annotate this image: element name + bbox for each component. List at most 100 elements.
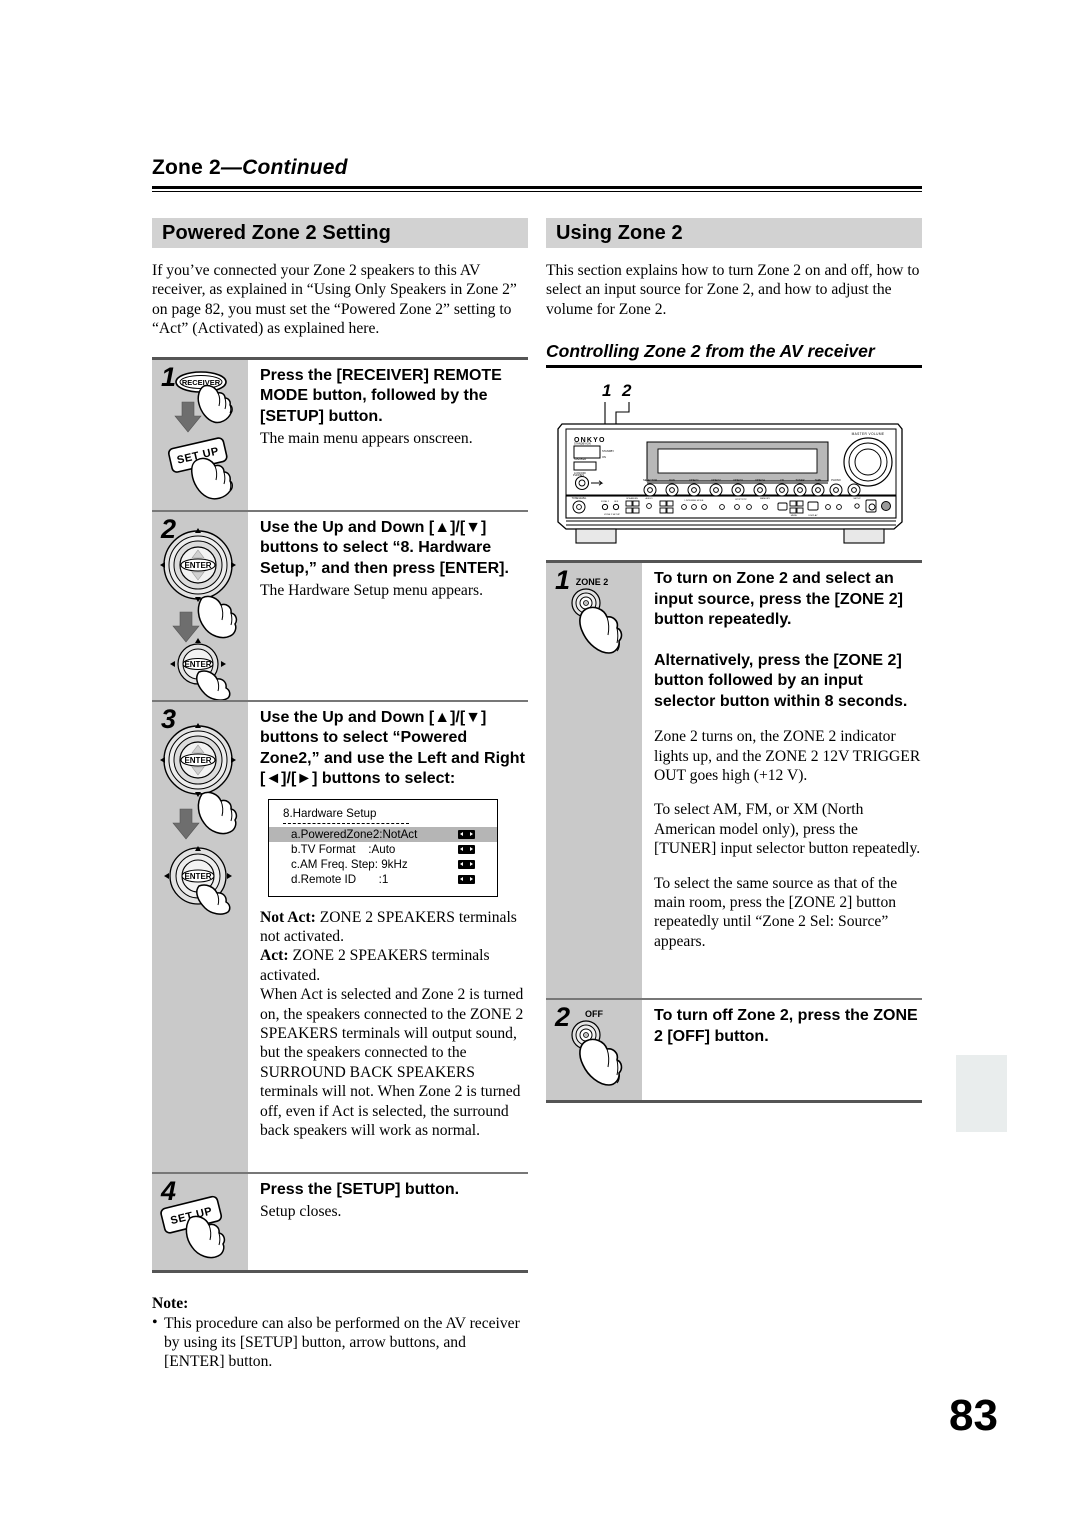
- svg-text:PHONO: PHONO: [831, 478, 841, 482]
- svg-text:ENTER: ENTER: [184, 872, 211, 881]
- same-source-paragraph: To select the same source as that of the…: [654, 874, 898, 950]
- section-heading-powered-zone2: Powered Zone 2 Setting: [152, 218, 528, 248]
- step-number: 2: [555, 1002, 571, 1033]
- svg-text:VIDEO1: VIDEO1: [689, 478, 699, 482]
- callout-2: 2: [621, 381, 632, 400]
- step-3-illustration: 3 ENTER ENTER: [152, 701, 248, 1172]
- left-step-list: 1 RECEIVER SET UP Press the [RECEIVER] R…: [152, 356, 528, 1273]
- subsection-heading-controlling-zone2: Controlling Zone 2 from the AV receiver: [546, 341, 875, 362]
- av-receiver-figure: 1 2 ONKYO STANDBY/ON STANDBY ON SPEAKER …: [546, 380, 922, 550]
- note-heading: Note:: [152, 1294, 189, 1312]
- step-title: Press the [RECEIVER] REMOTE MODE button,…: [260, 366, 502, 425]
- left-right-arrows-icon: [458, 874, 475, 884]
- thumb-index-tab: [956, 1055, 1007, 1132]
- osd-row-powered-zone2[interactable]: a.PoweredZone2:NotAct: [269, 826, 497, 842]
- svg-text:ON: ON: [602, 455, 606, 459]
- step-subtext: The Hardware Setup menu appears.: [260, 582, 483, 600]
- subsection-rule: [546, 365, 922, 369]
- running-head-title: Zone 2: [152, 156, 221, 179]
- step-1-content: Press the [RECEIVER] REMOTE MODE button,…: [248, 360, 528, 510]
- running-head-continued: —Continued: [220, 156, 348, 179]
- osd-row-am-freq-step[interactable]: c.AM Freq. Step: 9kHz: [269, 857, 497, 872]
- note-bullet: •: [152, 1313, 158, 1331]
- step-number: 1: [555, 565, 571, 596]
- step-subtext: Setup closes.: [260, 1203, 342, 1221]
- svg-text:SETUP: SETUP: [853, 498, 861, 500]
- step-number: 4: [161, 1175, 177, 1206]
- step-row: 2 ENTER ENTER Use the Up and Down [▲]/[▼…: [152, 511, 528, 702]
- step-title: Use the Up and Down [▲]/[▼] buttons to s…: [260, 518, 509, 577]
- step-row: 4 SET UP Press the [SETUP] button. Setup…: [152, 1173, 528, 1273]
- callout-1: 1: [602, 381, 611, 400]
- svg-text:VIDEO4: VIDEO4: [755, 478, 765, 482]
- zone2-button-label: ZONE 2: [576, 577, 609, 587]
- svg-text:VIDEO2: VIDEO2: [711, 478, 721, 482]
- svg-text:SPEAKER: SPEAKER: [574, 457, 586, 461]
- svg-text:AUDIO: AUDIO: [646, 497, 653, 500]
- svg-text:ENTER: ENTER: [184, 756, 211, 765]
- svg-text:CD: CD: [780, 478, 784, 482]
- osd-divider: [283, 822, 409, 824]
- osd-row-tv-format[interactable]: b.TV Format :Auto: [269, 842, 497, 857]
- act-text: ZONE 2 SPEAKERS terminals activated.: [260, 947, 490, 984]
- act-explanation-paragraph: When Act is selected and Zone 2 is turne…: [260, 986, 524, 1140]
- right-step-2-illustration: 2 OFF: [546, 1000, 642, 1101]
- page-number: 83: [949, 1391, 998, 1440]
- svg-text:MASTER VOLUME: MASTER VOLUME: [852, 432, 885, 436]
- osd-row-label: a.PoweredZone2:NotAct: [291, 827, 418, 841]
- enter-dpad-icon: ENTER ENTER: [160, 722, 238, 915]
- svg-text:STANDBY: STANDBY: [602, 449, 614, 453]
- off-button-label: OFF: [585, 1009, 603, 1019]
- left-right-arrows-icon: [458, 859, 475, 869]
- step-row: 3 ENTER ENTER Use the Up and Down [▲]/[▼…: [152, 701, 528, 1174]
- step-title: To turn on Zone 2 and select an input so…: [654, 570, 903, 629]
- step-3-content: Use the Up and Down [▲]/[▼] buttons to s…: [248, 702, 528, 1172]
- step-title: Use the Up and Down [▲]/[▼] buttons to s…: [260, 708, 525, 788]
- step-subtext: The main menu appears onscreen.: [260, 430, 473, 448]
- step-row: 2 OFF To turn off Zone 2, press the ZONE…: [546, 1000, 922, 1104]
- act-lead: Act:: [260, 947, 289, 965]
- left-intro-paragraph: If you’ve connected your Zone 2 speakers…: [152, 262, 517, 338]
- svg-text:SELECTOR: SELECTOR: [643, 478, 657, 482]
- right-step-2-content: To turn off Zone 2, press the ZONE 2 [OF…: [642, 1000, 922, 1100]
- svg-text:SPEAKERS: SPEAKERS: [626, 497, 638, 500]
- section-heading-using-zone2: Using Zone 2: [546, 218, 922, 248]
- svg-text:TUNER: TUNER: [796, 478, 805, 482]
- step-title-alt: Alternatively, press the [ZONE 2] button…: [654, 651, 908, 710]
- step-row: 1 ZONE 2 To turn on Zone 2 and select an…: [546, 563, 922, 1001]
- tuner-select-paragraph: To select AM, FM, or XM (North American …: [654, 801, 921, 858]
- osd-title: 8.Hardware Setup: [283, 806, 377, 820]
- osd-row-label: d.Remote ID :1: [291, 872, 389, 886]
- header-rule-thin: [152, 191, 922, 192]
- svg-text:VIDEO3: VIDEO3: [733, 478, 743, 482]
- svg-text:ZONE 2 SETUP: ZONE 2 SETUP: [604, 514, 620, 516]
- svg-text:DVD: DVD: [669, 478, 675, 482]
- svg-text:RECEIVER: RECEIVER: [182, 378, 221, 387]
- right-step-1-content: To turn on Zone 2 and select an input so…: [642, 563, 922, 998]
- step-title: Press the [SETUP] button.: [260, 1180, 460, 1198]
- osd-row-remote-id[interactable]: d.Remote ID :1: [269, 872, 497, 887]
- left-right-arrows-icon: [458, 844, 475, 854]
- step-row: 1 RECEIVER SET UP Press the [RECEIVER] R…: [152, 359, 528, 512]
- step-number: 3: [161, 703, 177, 734]
- step-2-content: Use the Up and Down [▲]/[▼] buttons to s…: [248, 512, 528, 700]
- right-intro-paragraph: This section explains how to turn Zone 2…: [546, 262, 920, 318]
- svg-text:OFF: OFF: [614, 501, 619, 503]
- svg-text:MENU: MENU: [791, 515, 798, 517]
- not-act-paragraph: Not Act: ZONE 2 SPEAKERS terminals not a…: [260, 908, 528, 947]
- osd-row-label: b.TV Format :Auto: [291, 842, 396, 856]
- step-4-illustration: 4 SET UP: [152, 1173, 248, 1270]
- step-2-illustration: 2 ENTER ENTER: [152, 511, 248, 701]
- svg-text:RT/PTY/TP: RT/PTY/TP: [735, 499, 747, 501]
- manual-page: Zone 2—Continued Powered Zone 2 Setting …: [0, 0, 1080, 1528]
- av-receiver-front-panel-icon: 1 2 ONKYO STANDBY/ON STANDBY ON SPEAKER …: [557, 381, 903, 544]
- note-list-item: • This procedure can also be performed o…: [152, 1314, 528, 1372]
- svg-text:TONE/LEVEL: TONE/LEVEL: [572, 497, 587, 500]
- step-number: 1: [161, 361, 177, 392]
- note-text: This procedure can also be performed on …: [164, 1314, 520, 1371]
- zone2-on-paragraph: Zone 2 turns on, the ZONE 2 indicator li…: [654, 728, 921, 785]
- right-step-1-illustration: 1 ZONE 2: [546, 563, 642, 999]
- step-title: To turn off Zone 2, press the ZONE 2 [OF…: [654, 1007, 918, 1045]
- right-step-list: 1 ZONE 2 To turn on Zone 2 and select an…: [546, 560, 922, 1104]
- step-4-content: Press the [SETUP] button. Setup closes.: [248, 1174, 528, 1270]
